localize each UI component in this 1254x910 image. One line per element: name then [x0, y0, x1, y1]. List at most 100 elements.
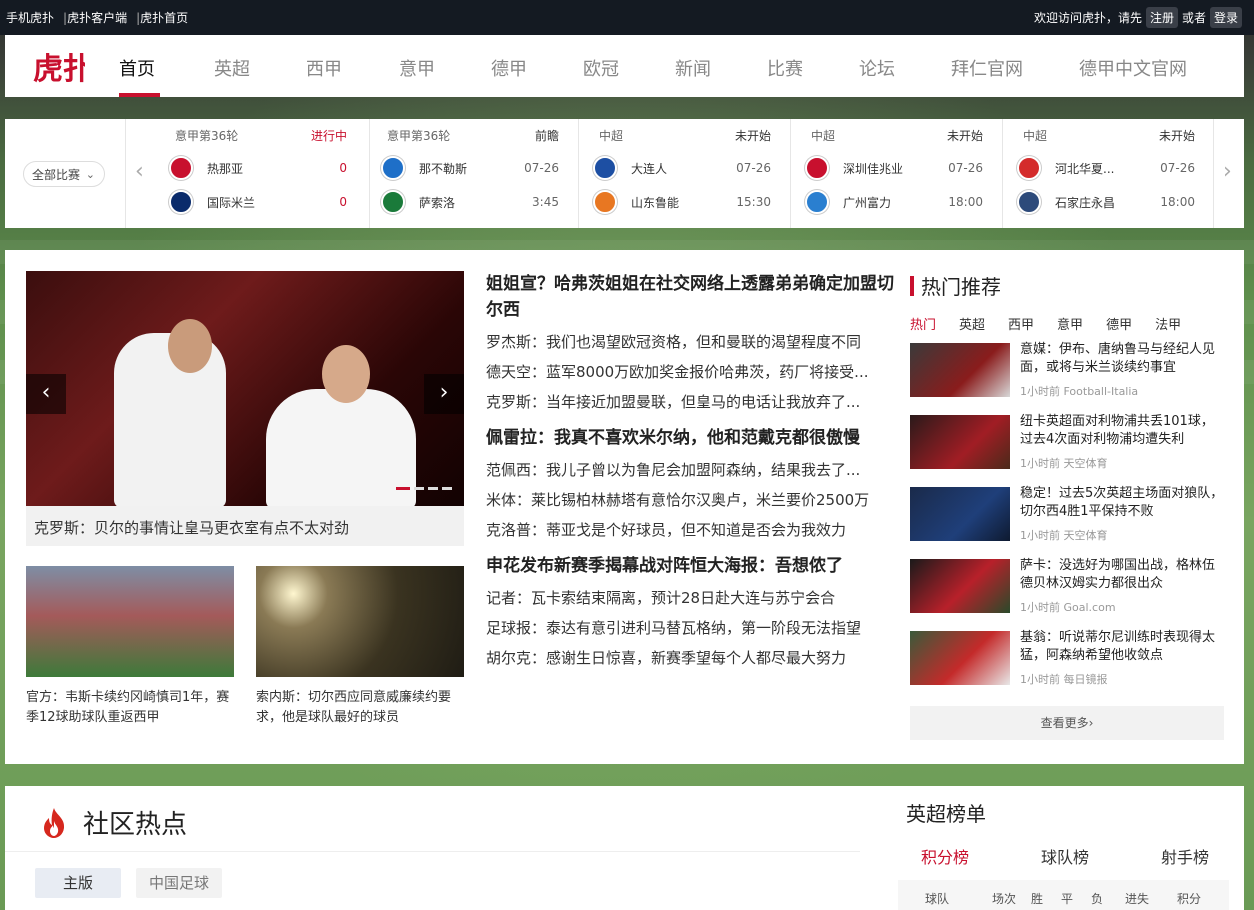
- tab-premier-league[interactable]: 英超: [959, 314, 985, 333]
- news-thumb[interactable]: 官方：韦斯卡续约冈崎慎司1年，赛季12球助球队重返西甲: [26, 566, 234, 728]
- team-crest-icon: [169, 190, 193, 214]
- nav-champions-league[interactable]: 欧冠: [583, 55, 619, 81]
- view-more-button[interactable]: 查看更多›: [910, 706, 1224, 740]
- nav-forum[interactable]: 论坛: [859, 55, 895, 81]
- carousel-dot[interactable]: [442, 487, 452, 490]
- nav-serie-a[interactable]: 意甲: [399, 55, 435, 81]
- match-status: 未开始: [1158, 129, 1195, 143]
- thumb-caption[interactable]: 官方：韦斯卡续约冈崎慎司1年，赛季12球助球队重返西甲: [26, 688, 234, 728]
- tab-scorers-table[interactable]: 射手榜: [1161, 844, 1209, 868]
- nav-premier-league[interactable]: 英超: [214, 55, 250, 81]
- home-score: 0: [339, 161, 347, 175]
- hot-item[interactable]: 基翁：听说蒂尔尼训练时表现得太猛，阿森纳希望他收敛点 1小时前 每日镜报: [910, 629, 1225, 686]
- tab-serie-a[interactable]: 意甲: [1057, 314, 1083, 333]
- thumb-image[interactable]: [26, 566, 234, 677]
- hot-item-title[interactable]: 稳定！过去5次英超主场面对狼队，切尔西4胜1平保持不败: [1020, 485, 1225, 521]
- team-crest-icon: [1017, 156, 1041, 180]
- hot-item[interactable]: 意媒：伊布、唐纳鲁马与经纪人见面，或将与米兰谈续约事宜 1小时前 Footbal…: [910, 341, 1225, 398]
- news-headline[interactable]: 姐姐宣？哈弗茨姐姐在社交网络上透露弟弟确定加盟切尔西: [486, 271, 896, 323]
- away-team: 国际米兰: [169, 190, 303, 214]
- news-line[interactable]: 德天空：蓝军8000万欧加奖金报价哈弗茨，药厂将接受...: [486, 357, 896, 387]
- match-card[interactable]: 中超 未开始 深圳佳兆业 07-26 广州富力 18:00: [793, 119, 1005, 228]
- tab-bundesliga[interactable]: 德甲: [1106, 314, 1132, 333]
- scores-next-arrow[interactable]: ›: [1223, 159, 1232, 184]
- team-name: 国际米兰: [207, 195, 256, 210]
- hupu-logo[interactable]: 虎扑: [33, 45, 85, 87]
- hot-item-image[interactable]: [910, 559, 1010, 613]
- hero-carousel[interactable]: ‹ › 克罗斯：贝尔的事情让皇马更衣室有点不太对劲: [26, 271, 464, 546]
- match-league: 意甲第36轮: [387, 129, 451, 143]
- match-league: 中超: [599, 129, 624, 143]
- news-line[interactable]: 记者：瓦卡索结束隔离，预计28日赴大连与苏宁会合: [486, 583, 896, 613]
- news-line[interactable]: 罗杰斯：我们也渴望欧冠资格，但和曼联的渴望程度不同: [486, 327, 896, 357]
- match-card[interactable]: 中超 未开始 河北华夏... 07-26 石家庄永昌 18:00: [1005, 119, 1217, 228]
- hot-item-title[interactable]: 意媒：伊布、唐纳鲁马与经纪人见面，或将与米兰谈续约事宜: [1020, 341, 1225, 377]
- hero-image[interactable]: [26, 271, 464, 506]
- hot-item-image[interactable]: [910, 487, 1010, 541]
- news-line[interactable]: 足球报：泰达有意引进利马替瓦格纳，第一阶段无法指望: [486, 613, 896, 643]
- nav-home[interactable]: 首页: [119, 55, 155, 81]
- tab-ligue-1[interactable]: 法甲: [1155, 314, 1181, 333]
- tab-hot[interactable]: 热门: [910, 314, 936, 333]
- hot-item[interactable]: 萨卡：没选好为哪国出战，格林伍德贝林汉姆实力都很出众 1小时前 Goal.com: [910, 557, 1225, 614]
- match-card[interactable]: 意甲第36轮 前瞻 那不勒斯 07-26 萨索洛 3:45: [369, 119, 581, 228]
- news-line[interactable]: 胡尔克：感谢生日惊喜，新赛季望每个人都尽最大努力: [486, 643, 896, 673]
- thumb-image[interactable]: [256, 566, 464, 677]
- divider: [790, 119, 791, 228]
- team-name: 河北华夏...: [1055, 161, 1115, 176]
- thumb-caption[interactable]: 索内斯：切尔西应同意威廉续约要求，他是球队最好的球员: [256, 688, 464, 728]
- home-link[interactable]: 虎扑首页: [140, 11, 188, 25]
- news-line[interactable]: 米体：莱比锡柏林赫塔有意恰尔汉奥卢，米兰要价2500万: [486, 485, 896, 515]
- hot-item-image[interactable]: [910, 343, 1010, 397]
- news-headline[interactable]: 佩雷拉：我真不喜欢米尔纳，他和范戴克都很傲慢: [486, 425, 896, 451]
- welcome-text: 欢迎访问虎扑，请先: [1033, 11, 1142, 25]
- home-team: 大连人: [593, 156, 727, 180]
- carousel-dot[interactable]: [428, 487, 438, 490]
- team-crest-icon: [169, 156, 193, 180]
- nav-matches[interactable]: 比赛: [767, 55, 803, 81]
- scores-prev-arrow[interactable]: ‹: [135, 159, 144, 184]
- match-league: 中超: [1023, 129, 1048, 143]
- hero-caption[interactable]: 克罗斯：贝尔的事情让皇马更衣室有点不太对劲: [34, 517, 349, 538]
- home-team: 热那亚: [169, 156, 303, 180]
- hot-item-meta: 1小时前 Goal.com: [1020, 601, 1116, 614]
- news-headline[interactable]: 申花发布新赛季揭幕战对阵恒大海报：吾想侬了: [486, 553, 896, 579]
- mobile-hupu-link[interactable]: 手机虎扑: [6, 11, 54, 25]
- tab-chinese-football[interactable]: 中国足球: [136, 868, 222, 898]
- news-line[interactable]: 范佩西：我儿子曾以为鲁尼会加盟阿森纳，结果我去了...: [486, 455, 896, 485]
- match-card[interactable]: 中超 未开始 大连人 07-26 山东鲁能 15:30: [581, 119, 793, 228]
- login-button[interactable]: 登录: [1209, 7, 1242, 28]
- register-button[interactable]: 注册: [1145, 7, 1178, 28]
- carousel-dot[interactable]: [396, 487, 410, 490]
- nav-bayern-official[interactable]: 拜仁官网: [951, 55, 1023, 81]
- tab-la-liga[interactable]: 西甲: [1008, 314, 1034, 333]
- news-thumb[interactable]: 索内斯：切尔西应同意威廉续约要求，他是球队最好的球员: [256, 566, 464, 728]
- news-line[interactable]: 克罗斯：当年接近加盟曼联，但皇马的电话让我放弃了...: [486, 387, 896, 417]
- hot-item-image[interactable]: [910, 415, 1010, 469]
- carousel-next-button[interactable]: ›: [424, 374, 464, 414]
- col-drawn: 平: [1061, 892, 1074, 906]
- nav-bundesliga-chinese[interactable]: 德甲中文官网: [1079, 55, 1187, 81]
- news-list: 姐姐宣？哈弗茨姐姐在社交网络上透露弟弟确定加盟切尔西 罗杰斯：我们也渴望欧冠资格…: [486, 271, 896, 673]
- hot-item-image[interactable]: [910, 631, 1010, 685]
- news-line[interactable]: 克洛普：蒂亚戈是个好球员，但不知道是否会为我效力: [486, 515, 896, 545]
- client-link[interactable]: 虎扑客户端: [67, 11, 127, 25]
- tab-team-table[interactable]: 球队榜: [1041, 844, 1089, 868]
- hot-item-title[interactable]: 萨卡：没选好为哪国出战，格林伍德贝林汉姆实力都很出众: [1020, 557, 1225, 593]
- carousel-dot[interactable]: [414, 487, 424, 490]
- nav-news[interactable]: 新闻: [675, 55, 711, 81]
- nav-bundesliga[interactable]: 德甲: [491, 55, 527, 81]
- team-name: 山东鲁能: [631, 195, 680, 210]
- tab-main-board[interactable]: 主版: [35, 868, 121, 898]
- hot-item-title[interactable]: 基翁：听说蒂尔尼训练时表现得太猛，阿森纳希望他收敛点: [1020, 629, 1225, 665]
- hot-item[interactable]: 稳定！过去5次英超主场面对狼队，切尔西4胜1平保持不败 1小时前 天空体育: [910, 485, 1225, 542]
- tab-points-table[interactable]: 积分榜: [921, 844, 969, 868]
- match-card[interactable]: 意甲第36轮 进行中 热那亚 0 国际米兰 0: [157, 119, 369, 228]
- hot-item[interactable]: 纽卡英超面对利物浦共丢101球，过去4次面对利物浦均遭失利 1小时前 天空体育: [910, 413, 1225, 470]
- divider: [5, 851, 860, 852]
- hot-item-title[interactable]: 纽卡英超面对利物浦共丢101球，过去4次面对利物浦均遭失利: [1020, 413, 1225, 449]
- carousel-prev-button[interactable]: ‹: [26, 374, 66, 414]
- all-matches-dropdown[interactable]: 全部比赛 ⌄: [23, 161, 105, 187]
- nav-la-liga[interactable]: 西甲: [306, 55, 342, 81]
- match-date: 07-26: [736, 161, 771, 175]
